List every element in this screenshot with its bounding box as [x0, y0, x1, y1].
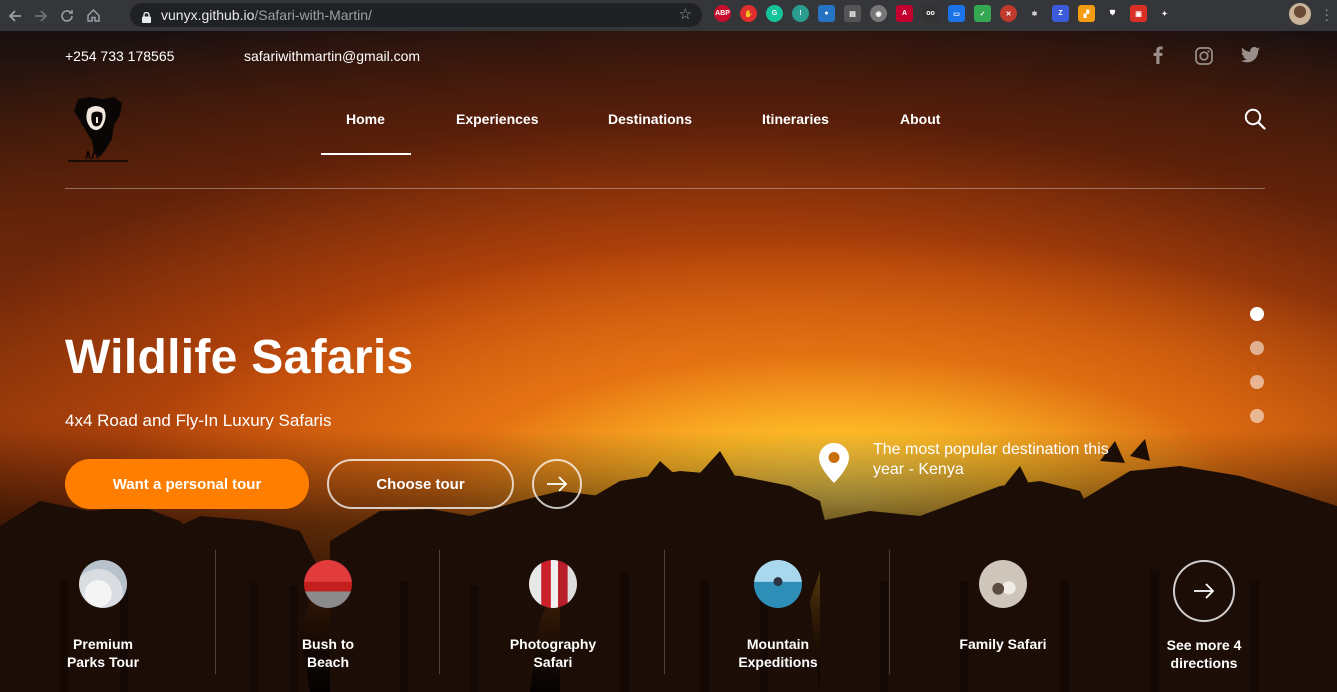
reader-icon[interactable]: ▤: [844, 5, 861, 22]
category-label-line1: Family Safari: [959, 636, 1047, 652]
counter-extension-icon[interactable]: !: [792, 5, 809, 22]
react-icon[interactable]: ⚛: [1026, 5, 1043, 22]
flag-extension-icon[interactable]: ▞: [1078, 5, 1095, 22]
bush-to-beach-thumbnail: [304, 560, 352, 608]
angular-icon[interactable]: A: [896, 5, 913, 22]
nav-itineraries[interactable]: Itineraries: [762, 111, 829, 127]
family-safari-thumbnail: [979, 560, 1027, 608]
nav-about[interactable]: About: [900, 111, 940, 127]
category-label-line1: Photography: [509, 636, 597, 652]
hero-section: +254 733 178565 safariwithmartin@gmail.c…: [0, 31, 1337, 692]
location-pin-icon: [819, 443, 849, 483]
category-label-line2: Expeditions: [738, 654, 818, 670]
category-label-line2: Safari: [533, 654, 573, 670]
reload-icon[interactable]: [54, 3, 80, 29]
record-icon[interactable]: ◉: [870, 5, 887, 22]
next-slide-button[interactable]: [532, 459, 582, 509]
forward-arrow-icon[interactable]: [28, 3, 54, 29]
nav-home[interactable]: Home: [346, 111, 385, 127]
home-icon[interactable]: [80, 3, 106, 29]
z-extension-icon[interactable]: Z: [1052, 5, 1069, 22]
browser-toolbar: vunyx.github.io/Safari-with-Martin/ ☆ AB…: [0, 0, 1337, 31]
adblock-icon[interactable]: ABP: [714, 5, 731, 22]
extensions-bar: ABP ✋ G! ● ▤ ◉ Aoo ▭ ✓ ✕ ⚛ Z ▞ ⛊ ▣ ✦: [714, 5, 1173, 22]
counter-extension-2-icon[interactable]: ●: [818, 5, 835, 22]
url-host: vunyx.github.io: [161, 7, 255, 23]
instagram-icon[interactable]: [1194, 46, 1214, 66]
slide-dot-2[interactable]: [1250, 341, 1264, 355]
category-separator: [889, 550, 890, 674]
search-icon[interactable]: [1244, 108, 1266, 130]
category-bush-to-beach[interactable]: Bush to Beach: [216, 551, 440, 676]
nav-experiences[interactable]: Experiences: [456, 111, 539, 127]
arrow-right-icon: [1194, 583, 1215, 599]
url-path: /Safari-with-Martin/: [254, 7, 372, 23]
slide-dot-3[interactable]: [1250, 375, 1264, 389]
choose-tour-button[interactable]: Choose tour: [327, 459, 514, 509]
facebook-icon[interactable]: [1149, 46, 1167, 64]
window-extension-icon[interactable]: ▭: [948, 5, 965, 22]
hero-title: Wildlife Safaris: [65, 331, 414, 384]
category-family-safari[interactable]: Family Safari: [891, 551, 1115, 676]
profile-avatar[interactable]: [1289, 3, 1311, 25]
puzzle-icon[interactable]: ✦: [1156, 5, 1173, 22]
address-bar[interactable]: vunyx.github.io/Safari-with-Martin/ ☆: [130, 3, 702, 27]
category-label-line1: Mountain: [746, 636, 810, 652]
contact-bar: +254 733 178565 safariwithmartin@gmail.c…: [65, 48, 420, 64]
see-more-directions[interactable]: See more 4 directions: [1092, 551, 1316, 676]
see-more-button[interactable]: [1173, 560, 1235, 622]
nav-destinations[interactable]: Destinations: [608, 111, 692, 127]
phone-number[interactable]: +254 733 178565: [65, 48, 174, 64]
mountain-expeditions-thumbnail: [754, 560, 802, 608]
popular-destination-text: The most popular destination this year -…: [873, 441, 1109, 478]
category-label-line2: Beach: [306, 654, 350, 670]
header-divider: [65, 188, 1265, 189]
category-label-line1: Premium: [73, 636, 133, 652]
logo[interactable]: [66, 95, 132, 165]
category-premium-parks[interactable]: Premium Parks Tour: [0, 551, 215, 676]
bookmark-star-icon[interactable]: ☆: [679, 5, 692, 23]
hero-subtitle: 4x4 Road and Fly-In Luxury Safaris: [65, 411, 332, 430]
calendar-extension-icon[interactable]: ▣: [1130, 5, 1147, 22]
browser-menu-icon[interactable]: · · ·: [1324, 2, 1329, 26]
lock-icon: [142, 10, 151, 23]
slide-dot-1[interactable]: [1250, 307, 1264, 321]
stop-hand-icon[interactable]: ✋: [740, 5, 757, 22]
arrow-right-icon: [547, 476, 568, 492]
glasses-icon[interactable]: oo: [922, 5, 939, 22]
grammarly-icon[interactable]: G: [766, 5, 783, 22]
twitter-icon[interactable]: [1240, 46, 1260, 64]
premium-parks-thumbnail: [79, 560, 127, 608]
category-mountain-expeditions[interactable]: Mountain Expeditions: [666, 551, 890, 676]
back-arrow-icon[interactable]: [2, 3, 28, 29]
category-label-line2: Parks Tour: [66, 654, 140, 670]
category-photography[interactable]: Photography Safari: [441, 551, 665, 676]
email-address[interactable]: safariwithmartin@gmail.com: [244, 48, 420, 64]
active-nav-indicator: [321, 153, 411, 155]
category-separator: [664, 550, 665, 674]
see-more-line2: directions: [1170, 655, 1238, 671]
see-more-line1: See more 4: [1166, 637, 1242, 653]
slide-dot-4[interactable]: [1250, 409, 1264, 423]
category-label-line1: Bush to: [301, 636, 355, 652]
close-extension-icon[interactable]: ✕: [1000, 5, 1017, 22]
shield-check-icon[interactable]: ✓: [974, 5, 991, 22]
privacy-shield-icon[interactable]: ⛊: [1104, 5, 1121, 22]
personal-tour-button[interactable]: Want a personal tour: [65, 459, 309, 509]
category-separator: [439, 550, 440, 674]
photography-thumbnail: [529, 560, 577, 608]
